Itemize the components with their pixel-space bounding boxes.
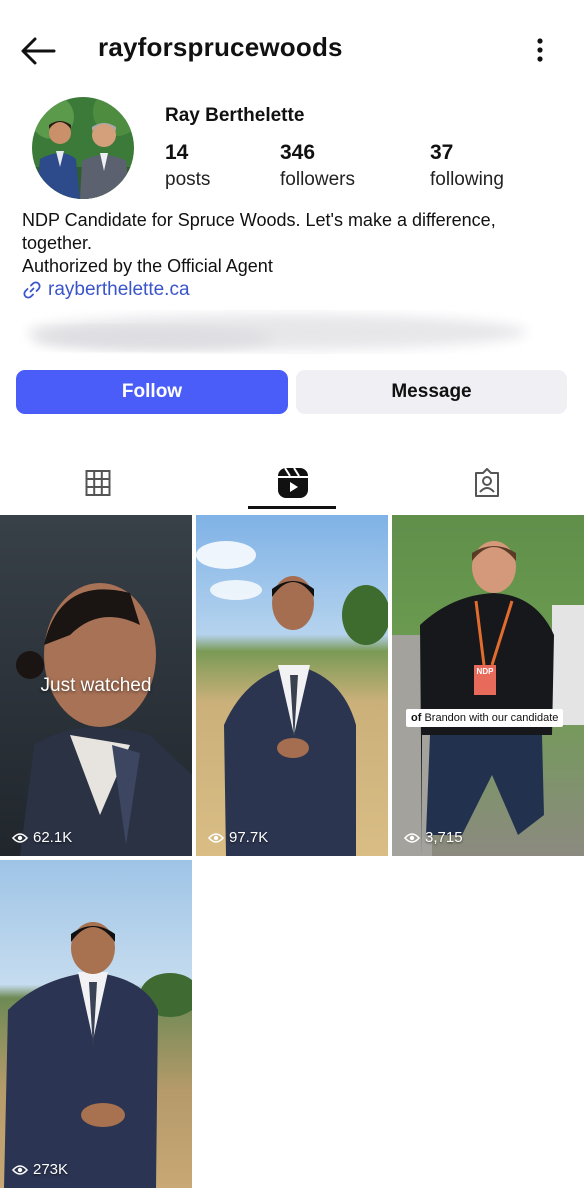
reel-tile[interactable]: 97.7K [196,515,388,856]
more-options-icon[interactable] [524,32,556,68]
stat-posts-label: posts [165,169,211,190]
stat-followers-value: 346 [280,141,316,164]
bio-line: together. [22,233,93,253]
reel-view-count: 273K [12,1161,68,1178]
reel-thumbnail [0,860,192,1188]
stat-following[interactable]: 37 following [430,141,504,191]
bio-line: NDP Candidate for Spruce Woods. Let's ma… [22,210,496,230]
stat-followers[interactable]: 346 followers [280,141,355,191]
reel-view-count-text: 97.7K [229,829,269,846]
reel-caption-text: Brandon with our candidate [421,712,559,724]
redacted-area [27,314,527,350]
reels-icon [277,467,308,498]
profile-bio: NDP Candidate for Spruce Woods. Let's ma… [22,209,567,278]
just-watched-label: Just watched [40,675,152,696]
profile-username: rayforsprucewoods [98,32,343,62]
stat-following-label: following [430,169,504,190]
reel-tile[interactable]: Just watched 62.1K [0,515,192,856]
profile-link-text: rayberthelette.ca [48,279,190,300]
profile-full-name: Ray Berthelette [165,105,305,126]
link-icon [23,281,41,299]
back-arrow-icon[interactable] [18,32,58,70]
reel-view-count-text: 3,715 [425,829,463,846]
reel-caption-bold: of [411,712,422,724]
reel-tile[interactable]: 273K [0,860,192,1188]
stat-posts[interactable]: 14 posts [165,141,210,191]
tab-tagged[interactable] [389,455,584,511]
bio-line: Authorized by the Official Agent [22,256,273,276]
eye-icon [12,832,28,843]
eye-icon [404,832,420,843]
eye-icon [12,1164,28,1175]
follow-button[interactable]: Follow [16,370,288,414]
message-button[interactable]: Message [296,370,567,414]
reel-view-count: 97.7K [208,829,268,846]
reel-caption: of Brandon with our candidate [406,709,564,727]
profile-avatar[interactable] [32,97,134,199]
eye-icon [208,832,224,843]
reel-thumbnail [196,515,388,856]
reel-view-count: 3,715 [404,829,463,846]
reel-thumbnail [392,515,584,856]
grid-icon [85,470,110,496]
reel-view-count-text: 273K [33,1161,69,1178]
tagged-icon [474,468,499,497]
active-tab-indicator [248,506,336,509]
reel-tile[interactable]: NDP of Brandon with our candidate 3,715 [392,515,584,856]
profile-link[interactable]: rayberthelette.ca [22,279,190,301]
stat-posts-value: 14 [165,141,189,164]
reel-view-count: 62.1K [12,829,72,846]
ndp-badge: NDP [476,667,494,676]
tab-grid[interactable] [0,455,195,511]
stat-following-value: 37 [430,141,454,164]
tab-reels[interactable] [195,455,390,511]
reel-view-count-text: 62.1K [33,829,73,846]
stat-followers-label: followers [280,169,355,190]
